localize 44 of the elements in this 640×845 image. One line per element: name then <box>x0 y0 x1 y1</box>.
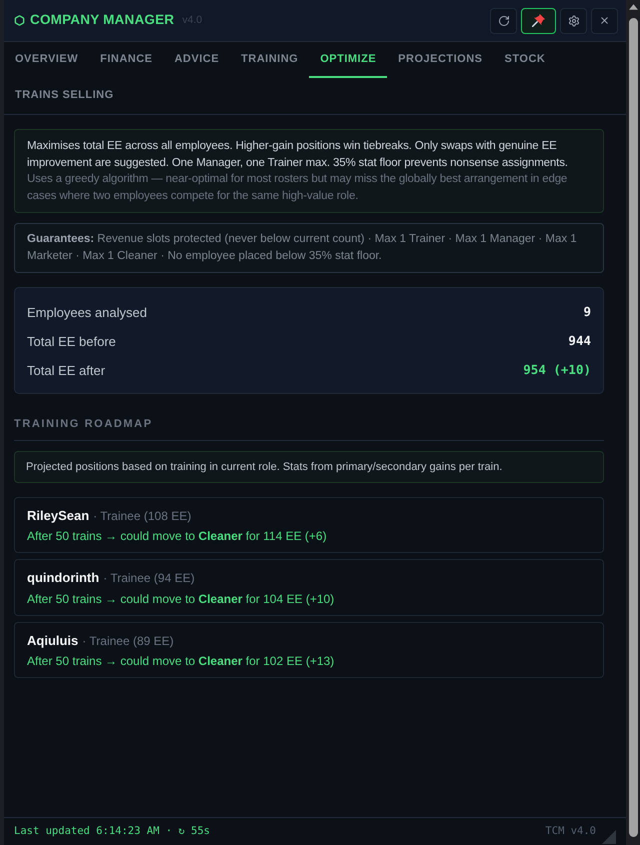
pushpin-icon <box>532 14 545 27</box>
algorithm-caveat: Uses a greedy algorithm — near-optimal for most rosters but may miss the globally best arrangement in edge cases where two employees compete for the same high-value role. <box>27 172 568 204</box>
section-heading: TRAINING ROADMAP <box>14 417 153 432</box>
employee-name: Aqiuluis <box>27 632 78 650</box>
nav-tab[interactable]: TRAINS SELLING <box>4 78 125 113</box>
settings-button[interactable] <box>560 8 587 34</box>
close-icon <box>599 15 610 26</box>
stat-label: Total EE after <box>27 362 106 380</box>
stat-value: 954 (+10) <box>523 361 591 380</box>
settings-icon <box>568 14 580 26</box>
resize-grip-icon <box>602 830 616 844</box>
projection-text: After 50 trains → could move to Cleaner for 104 EE (+10) <box>27 590 336 608</box>
employee-role: · Trainee (108 EE) <box>93 508 192 524</box>
footer-version: TCM v4.0 <box>545 824 596 839</box>
employee-name: quindorinth <box>27 569 100 587</box>
pin-button[interactable] <box>521 8 556 34</box>
hexagon-icon <box>14 15 25 26</box>
employee-name: RileySean <box>27 506 90 525</box>
stat-label: Total EE before <box>27 332 116 351</box>
scrollbar[interactable] <box>626 0 640 845</box>
roadmap-note-text: Projected positions based on training in current role. Stats from primary/secondary gains per train. <box>26 460 504 474</box>
employee-role: · Trainee (94 EE) <box>103 570 195 587</box>
algorithm-description: Maximises total EE across all employees. Higher-gain positions win tiebreaks. Only swaps with genuine EE improvement are suggested. One Manager, one Trainer max. 35% stat floor prevents nonsense assignments. <box>27 139 569 170</box>
refresh-icon <box>498 14 510 26</box>
nav-tab[interactable]: STOCK <box>494 42 556 78</box>
nav-tab[interactable]: FINANCE <box>89 42 164 78</box>
nav-tab[interactable]: TRAINING <box>230 42 310 78</box>
projection-text: After 50 trains → could move to Cleaner for 102 EE (+13) <box>27 653 336 670</box>
nav-tab[interactable]: PROJECTIONS <box>387 42 494 78</box>
close-button[interactable] <box>591 8 618 34</box>
scroll-up-arrow-icon[interactable] <box>628 4 638 10</box>
guarantees-text: Guarantees: Revenue slots protected (never below current count) · Max 1 Trainer · Max 1 Manager · Max 1 Marketer · Max 1 Cleaner · No employee placed below 35% stat floor. <box>27 232 578 264</box>
projection-text: After 50 trains → could move to Cleaner for 114 EE (+6) <box>27 528 328 545</box>
employee-role: · Trainee (89 EE) <box>82 632 174 650</box>
app-title: COMPANY MANAGER <box>30 11 174 30</box>
refresh-button[interactable] <box>490 8 517 34</box>
stat-value: 944 <box>568 332 591 350</box>
stat-label: Employees analysed <box>27 304 147 322</box>
nav-tab[interactable]: OPTIMIZE <box>309 42 388 78</box>
nav-tab[interactable]: ADVICE <box>163 42 230 78</box>
nav-tab[interactable]: OVERVIEW <box>4 42 90 78</box>
stat-value: 9 <box>583 303 591 322</box>
last-updated-text: Last updated 6:14:23 AM · ↻ 55s <box>14 824 210 839</box>
scrollbar-thumb[interactable] <box>628 18 638 837</box>
